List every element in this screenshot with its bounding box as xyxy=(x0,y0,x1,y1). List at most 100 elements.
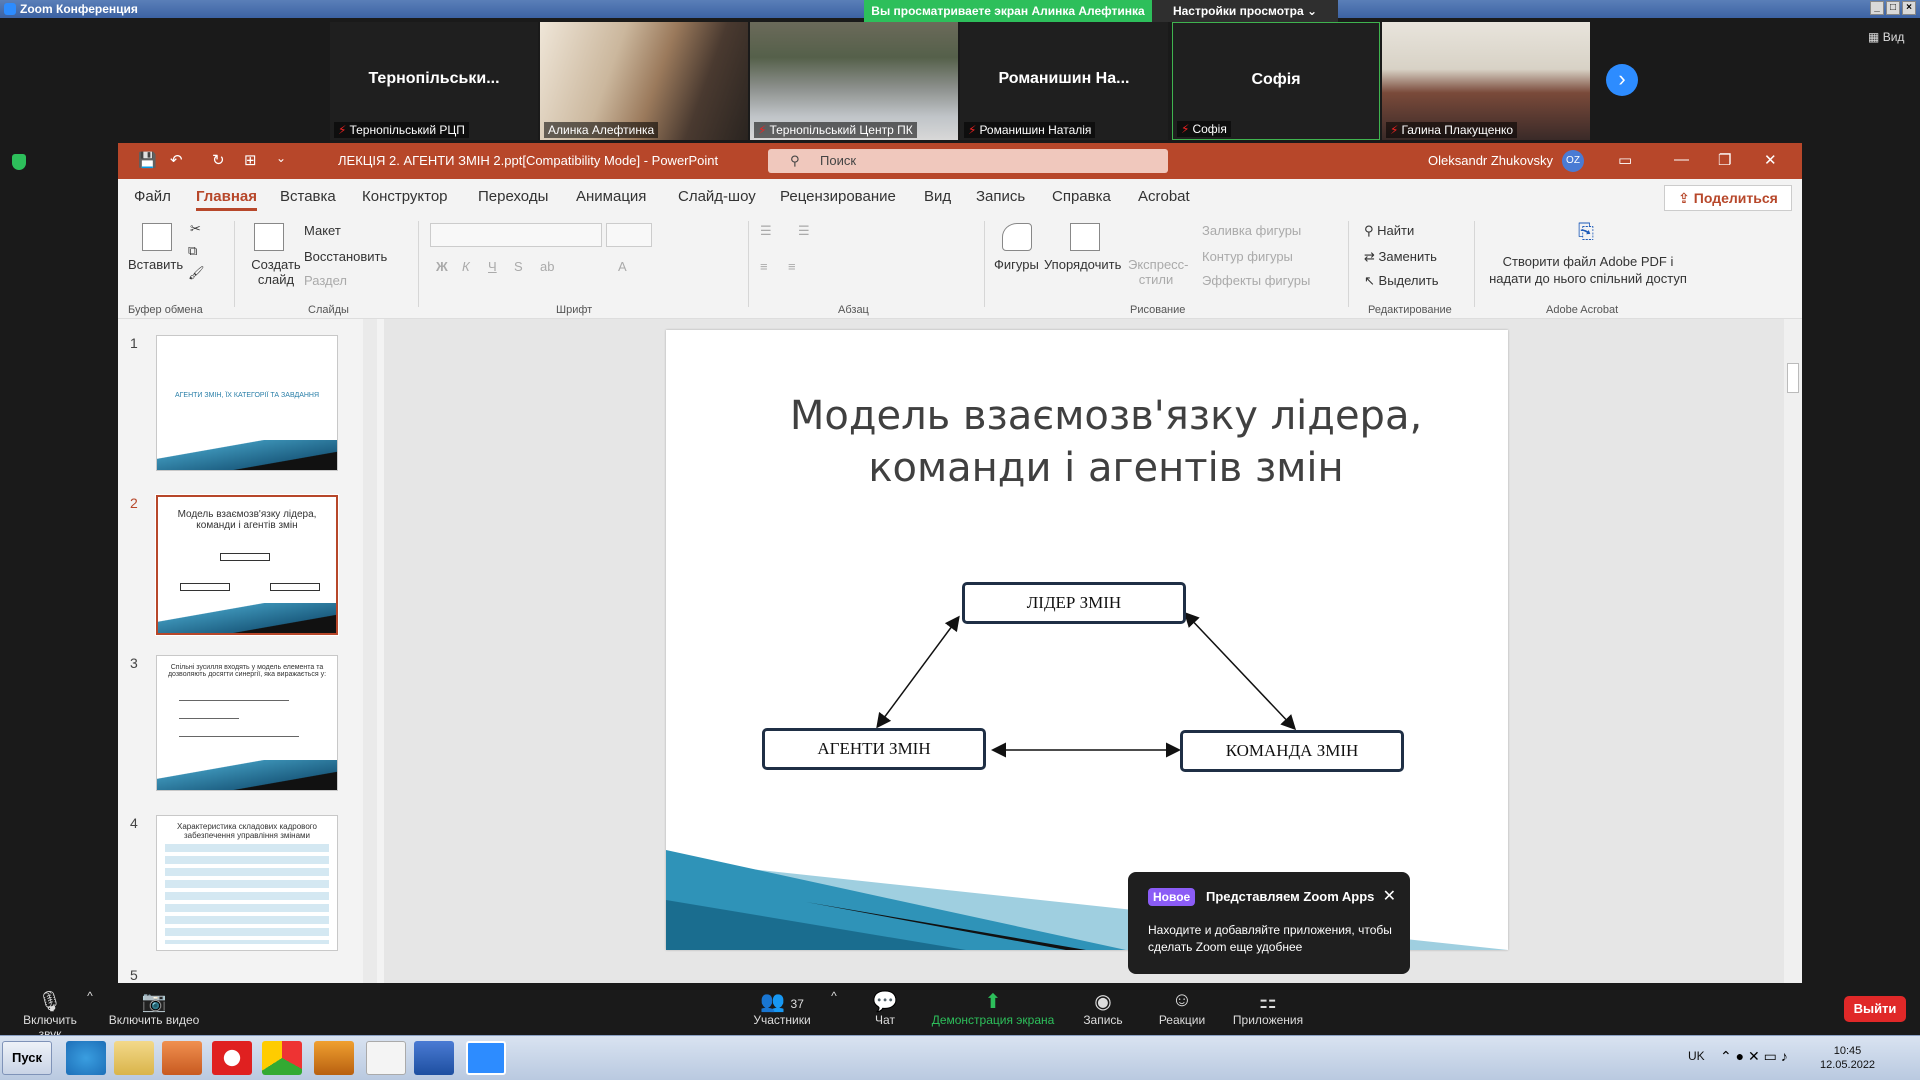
restore-icon[interactable]: ❐ xyxy=(1718,151,1731,169)
next-page-arrow-icon[interactable]: › xyxy=(1606,64,1638,96)
font-color-icon[interactable]: A xyxy=(618,259,627,274)
media-player-icon[interactable] xyxy=(162,1041,202,1075)
participant-tile[interactable]: Тернопільськи... ⚡ Тернопільський РЦП xyxy=(330,22,538,140)
chrome-icon[interactable] xyxy=(262,1041,302,1075)
box-team[interactable]: КОМАНДА ЗМІН xyxy=(1180,730,1404,772)
select-button[interactable]: ↖ Выделить xyxy=(1364,273,1439,289)
zoom-taskbar-icon[interactable] xyxy=(466,1041,506,1075)
slide-thumbnail[interactable]: Спільні зусилля входять у модель елемент… xyxy=(156,655,338,791)
tab-design[interactable]: Конструктор xyxy=(362,188,448,205)
font-name-select[interactable] xyxy=(430,223,602,247)
tab-acrobat[interactable]: Acrobat xyxy=(1138,188,1190,205)
system-tray-icons[interactable]: ⌃ ● ✕ ▭ ♪ xyxy=(1720,1048,1788,1065)
share-button[interactable]: ⇪ Поделиться xyxy=(1664,185,1792,211)
close-icon[interactable]: × xyxy=(1902,1,1916,15)
participant-tile[interactable]: ⚡ Галина Плакущенко xyxy=(1382,22,1590,140)
slide-thumbnail[interactable]: АГЕНТИ ЗМІН, ЇХ КАТЕГОРІЇ ТА ЗАВДАННЯ xyxy=(156,335,338,471)
participant-tile[interactable]: Софія ⚡ Софія xyxy=(1172,22,1380,140)
align-center-icon[interactable]: ≡ xyxy=(788,259,796,274)
participant-tile[interactable]: Алинка Алефтинка xyxy=(540,22,748,140)
language-indicator[interactable]: UK xyxy=(1688,1049,1705,1063)
document-icon[interactable] xyxy=(366,1041,406,1075)
tab-slideshow[interactable]: Слайд-шоу xyxy=(678,188,756,205)
align-left-icon[interactable]: ≡ xyxy=(760,259,768,274)
redo-icon[interactable]: ↻ xyxy=(212,151,225,169)
search-input[interactable]: ⚲ Поиск xyxy=(768,149,1168,173)
current-slide[interactable]: Модель взаємозв'язку лідера, команди і а… xyxy=(666,330,1508,950)
italic-icon[interactable]: К xyxy=(462,259,470,274)
tab-file[interactable]: Файл xyxy=(134,188,171,205)
slide-thumbnail[interactable]: Характеристика складових кадрового забез… xyxy=(156,815,338,951)
tab-review[interactable]: Рецензирование xyxy=(780,188,896,205)
opera-icon[interactable] xyxy=(212,1041,252,1075)
save-icon[interactable]: 💾 xyxy=(138,151,157,169)
apps-button[interactable]: ⚏ Приложения xyxy=(1228,989,1308,1027)
bold-icon[interactable]: Ж xyxy=(436,259,448,274)
copy-icon[interactable]: ⧉ xyxy=(188,243,197,259)
box-leader[interactable]: ЛІДЕР ЗМІН xyxy=(962,582,1186,624)
section-button[interactable]: Раздел xyxy=(304,273,347,288)
bullets-icon[interactable]: ☰ xyxy=(760,223,772,239)
slide-thumbnail-selected[interactable]: Модель взаємозв'язку лідера, команди і а… xyxy=(155,494,339,636)
tab-record[interactable]: Запись xyxy=(976,188,1025,205)
minimize-icon[interactable]: _ xyxy=(1870,1,1884,15)
customize-toolbar-icon[interactable]: ⌄ xyxy=(276,151,286,165)
start-button[interactable]: Пуск xyxy=(2,1041,52,1075)
file-explorer-icon[interactable] xyxy=(114,1041,154,1075)
paste-button[interactable]: Вставить xyxy=(128,257,183,272)
reactions-button[interactable]: ☺ Реакции xyxy=(1152,989,1212,1027)
cut-icon[interactable]: ✂ xyxy=(190,221,201,237)
tab-transitions[interactable]: Переходы xyxy=(478,188,548,205)
word-icon[interactable] xyxy=(414,1041,454,1075)
participant-tile[interactable]: ⚡ Тернопільський Центр ПК xyxy=(750,22,958,140)
arrange-button[interactable]: Упорядочить xyxy=(1044,257,1121,272)
underline-icon[interactable]: Ч xyxy=(488,259,497,274)
thumbnail-scrollbar[interactable] xyxy=(363,319,377,983)
clock[interactable]: 10:45 12.05.2022 xyxy=(1820,1044,1875,1072)
strikethrough-icon[interactable]: ab xyxy=(540,259,554,274)
find-button[interactable]: ⚲ Найти xyxy=(1364,223,1414,239)
tab-insert[interactable]: Вставка xyxy=(280,188,336,205)
acrobat-create-button[interactable]: Створити файл Adobe PDF і надати до ньог… xyxy=(1480,253,1696,287)
quick-styles-button[interactable]: Экспресс-стили xyxy=(1128,257,1189,287)
shapes-button[interactable]: Фигуры xyxy=(994,257,1039,272)
participant-tile[interactable]: Романишин На... ⚡ Романишин Наталія xyxy=(960,22,1168,140)
record-button[interactable]: ◉ Запись xyxy=(1076,989,1130,1027)
new-slide-button[interactable]: Создать слайд xyxy=(246,257,306,287)
numbering-icon[interactable]: ☰ xyxy=(798,223,810,239)
audio-options-chevron[interactable]: ^ xyxy=(82,989,98,1013)
tab-animations[interactable]: Анимация xyxy=(576,188,646,205)
close-icon[interactable]: ✕ xyxy=(1383,886,1396,906)
tab-help[interactable]: Справка xyxy=(1052,188,1111,205)
start-video-button[interactable]: 📷 Включить видео xyxy=(106,989,202,1027)
format-painter-icon[interactable]: 🖌 xyxy=(188,265,205,281)
unmute-button[interactable]: 🎙 Включить звук xyxy=(10,989,90,1041)
app-icon[interactable] xyxy=(314,1041,354,1075)
layout-button[interactable]: Макет xyxy=(304,223,341,238)
font-size-select[interactable] xyxy=(606,223,652,247)
tab-view[interactable]: Вид xyxy=(924,188,951,205)
tab-home[interactable]: Главная xyxy=(196,188,258,211)
reset-button[interactable]: Восстановить xyxy=(304,249,387,264)
close-icon[interactable]: ✕ xyxy=(1764,151,1777,169)
box-agents[interactable]: АГЕНТИ ЗМІН xyxy=(762,728,986,770)
leave-button[interactable]: Выйти xyxy=(1844,996,1906,1022)
participants-button[interactable]: 👥 37 Участники xyxy=(742,989,822,1027)
replace-button[interactable]: ⇄ Заменить xyxy=(1364,249,1437,265)
shape-fill-button[interactable]: Заливка фигуры xyxy=(1202,223,1301,238)
shape-outline-button[interactable]: Контур фигуры xyxy=(1202,249,1293,264)
view-button[interactable]: ▦ Вид xyxy=(1868,30,1904,44)
participants-options-chevron[interactable]: ^ xyxy=(826,989,842,1013)
scrollbar-thumb[interactable] xyxy=(1787,363,1799,393)
shape-effects-button[interactable]: Эффекты фигуры xyxy=(1202,273,1310,288)
ribbon-display-icon[interactable]: ▭ xyxy=(1618,151,1632,169)
chat-button[interactable]: 💬 Чат xyxy=(860,989,910,1027)
undo-icon[interactable]: ↶ xyxy=(170,151,183,169)
share-screen-button[interactable]: ⬆ Демонстрация экрана xyxy=(928,989,1058,1027)
presentation-icon[interactable]: ⊞ xyxy=(244,151,257,169)
shadow-icon[interactable]: S xyxy=(514,259,523,274)
slide-scrollbar[interactable] xyxy=(1784,319,1802,983)
internet-explorer-icon[interactable] xyxy=(66,1041,106,1075)
maximize-icon[interactable]: □ xyxy=(1886,1,1900,15)
view-settings-button[interactable]: Настройки просмотра ⌄ xyxy=(1152,0,1338,22)
